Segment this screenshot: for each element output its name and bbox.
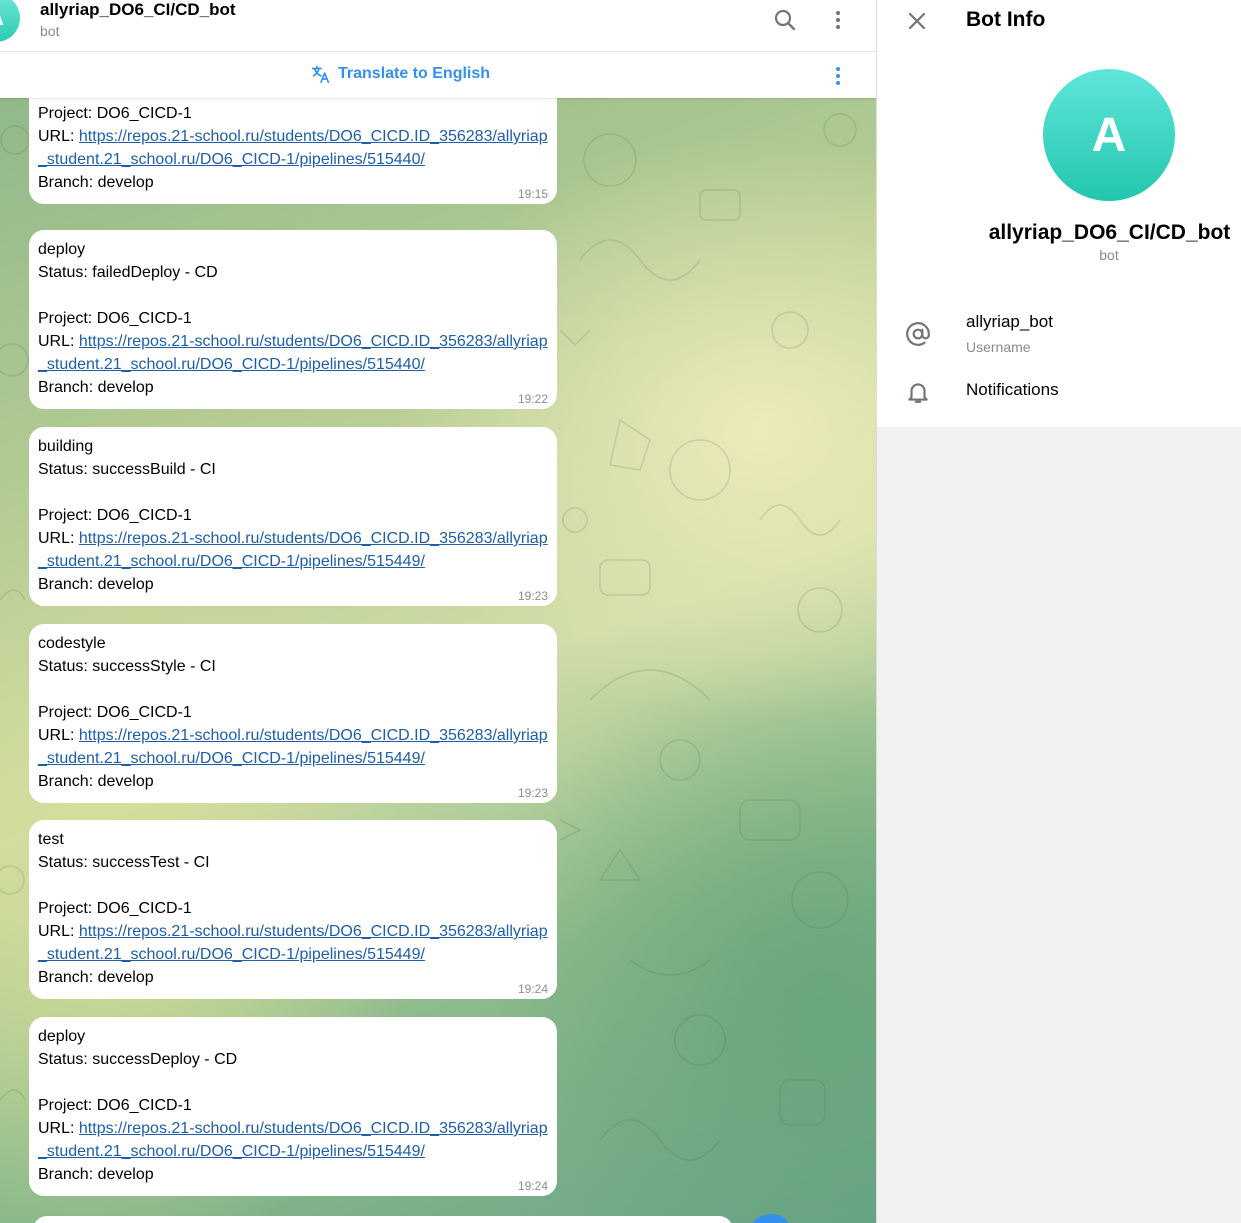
username-value: allyriap_bot bbox=[966, 312, 1053, 331]
message-bubble[interactable]: deploy Status: failedDeploy - CD Project: … bbox=[29, 230, 557, 409]
message-text-line: Status: successStyle - CI bbox=[38, 658, 216, 675]
message-text-line: test bbox=[38, 831, 64, 848]
message-bubble[interactable]: deploy Status: successDeploy - CD Project:… bbox=[29, 1017, 557, 1196]
avatar[interactable]: A bbox=[1043, 69, 1175, 201]
message-text-line: Status: successDeploy - CD bbox=[38, 1051, 238, 1068]
at-sign-icon bbox=[906, 322, 930, 346]
username-row[interactable]: allyriap_bot Username bbox=[877, 305, 1241, 365]
message-url-line: URL: https://repos.21-school.ru/students… bbox=[38, 1117, 548, 1163]
close-icon[interactable] bbox=[905, 9, 929, 33]
pipeline-link[interactable]: https://repos.21-school.ru/students/DO6_… bbox=[38, 333, 548, 373]
chat-subtitle: bot bbox=[40, 23, 60, 39]
message-text-line: Status: successBuild - CI bbox=[38, 461, 216, 478]
translate-button[interactable]: Translate to English bbox=[310, 63, 490, 85]
message-text-line: Status: successTest - CI bbox=[38, 854, 210, 871]
message-branch-line: Branch: develop bbox=[38, 174, 154, 191]
message-text-line: Project: DO6_CICD-1 bbox=[38, 900, 192, 917]
message-bubble[interactable]: codestyle Status: successStyle - CI Projec… bbox=[29, 624, 557, 803]
pipeline-link[interactable]: https://repos.21-school.ru/students/DO6_… bbox=[38, 727, 548, 767]
pipeline-link[interactable]: https://repos.21-school.ru/students/DO6_… bbox=[38, 923, 548, 963]
bot-info-panel: Bot Info A allyriap_DO6_CI/CD_bot bot al… bbox=[876, 0, 1241, 1223]
avatar[interactable]: A bbox=[0, 0, 20, 42]
url-prefix: URL: bbox=[38, 1120, 79, 1137]
message-url-line: URL: https://repos.21-school.ru/students… bbox=[38, 724, 548, 770]
message-text-line bbox=[38, 678, 548, 701]
message-text-line: Project: DO6_CICD-1 bbox=[38, 1097, 192, 1114]
message-text-line: Project: DO6_CICD-1 bbox=[38, 507, 192, 524]
message-bubble[interactable]: building Status: successBuild - CI Project… bbox=[29, 427, 557, 606]
bell-icon bbox=[908, 383, 928, 403]
message-url-line: URL: https://repos.21-school.ru/students… bbox=[38, 527, 548, 573]
message-text-line: Project: DO6_CICD-1 bbox=[38, 704, 192, 721]
bot-name: allyriap_DO6_CI/CD_bot bbox=[988, 221, 1231, 244]
message-text-line: building bbox=[38, 438, 94, 455]
message-branch-line: Branch: develop bbox=[38, 969, 154, 986]
url-prefix: URL: bbox=[38, 128, 79, 145]
bot-type-label: bot bbox=[1099, 247, 1119, 263]
message-branch-line: Branch: develop bbox=[38, 379, 154, 396]
message-text-line bbox=[38, 874, 548, 897]
message-text-line: deploy bbox=[38, 241, 86, 258]
translate-icon bbox=[311, 65, 330, 84]
message-url-line: URL: https://repos.21-school.ru/students… bbox=[38, 125, 548, 171]
username-label: Username bbox=[966, 339, 1031, 355]
message-bubble[interactable]: test Status: successTest - CI Project: DO6… bbox=[29, 820, 557, 999]
pipeline-link[interactable]: https://repos.21-school.ru/students/DO6_… bbox=[38, 530, 548, 570]
message-text-line: Project: DO6_CICD-1 bbox=[38, 310, 192, 327]
translate-label: Translate to English bbox=[338, 65, 491, 82]
more-vertical-icon[interactable] bbox=[826, 64, 850, 88]
pipeline-link[interactable]: https://repos.21-school.ru/students/DO6_… bbox=[38, 128, 548, 168]
message-text-line bbox=[38, 481, 548, 504]
message-text-line bbox=[38, 284, 548, 307]
chat-area: Project: DO6_CICD-1 URL: https://repos.21… bbox=[0, 0, 876, 1223]
chat-header[interactable]: A allyriap_DO6_CI/CD_bot bot bbox=[0, 0, 876, 52]
url-prefix: URL: bbox=[38, 727, 79, 744]
url-prefix: URL: bbox=[38, 530, 79, 547]
pipeline-link[interactable]: https://repos.21-school.ru/students/DO6_… bbox=[38, 1120, 548, 1160]
message-branch-line: Branch: develop bbox=[38, 1166, 154, 1183]
message-time: 19:23 bbox=[517, 786, 548, 800]
message-time: 19:15 bbox=[517, 187, 548, 201]
message-branch-line: Branch: develop bbox=[38, 773, 154, 790]
message-text-line: Status: failedDeploy - CD bbox=[38, 264, 218, 281]
message-bubble[interactable]: Project: DO6_CICD-1 URL: https://repos.21… bbox=[29, 88, 557, 204]
message-time: 19:23 bbox=[517, 589, 548, 603]
message-branch-line: Branch: develop bbox=[38, 576, 154, 593]
notifications-row[interactable]: Notifications bbox=[877, 372, 1241, 412]
message-time: 19:24 bbox=[517, 1179, 548, 1193]
chat-title: allyriap_DO6_CI/CD_bot bbox=[40, 0, 236, 19]
notifications-label: Notifications bbox=[966, 380, 1059, 399]
translate-bar: Translate to English bbox=[0, 52, 876, 98]
message-composer[interactable] bbox=[33, 1216, 733, 1223]
panel-title: Bot Info bbox=[966, 8, 1046, 31]
message-text-line: deploy bbox=[38, 1028, 86, 1045]
url-prefix: URL: bbox=[38, 333, 79, 350]
message-time: 19:22 bbox=[517, 392, 548, 406]
bot-info-card: Bot Info A allyriap_DO6_CI/CD_bot bot al… bbox=[877, 0, 1241, 427]
message-url-line: URL: https://repos.21-school.ru/students… bbox=[38, 330, 548, 376]
more-vertical-icon[interactable] bbox=[826, 8, 850, 32]
message-text-line bbox=[38, 1071, 548, 1094]
message-text-line: Project: DO6_CICD-1 bbox=[38, 105, 192, 122]
search-icon[interactable] bbox=[773, 8, 797, 32]
message-url-line: URL: https://repos.21-school.ru/students… bbox=[38, 920, 548, 966]
url-prefix: URL: bbox=[38, 923, 79, 940]
message-time: 19:24 bbox=[517, 982, 548, 996]
message-text-line: codestyle bbox=[38, 635, 106, 652]
